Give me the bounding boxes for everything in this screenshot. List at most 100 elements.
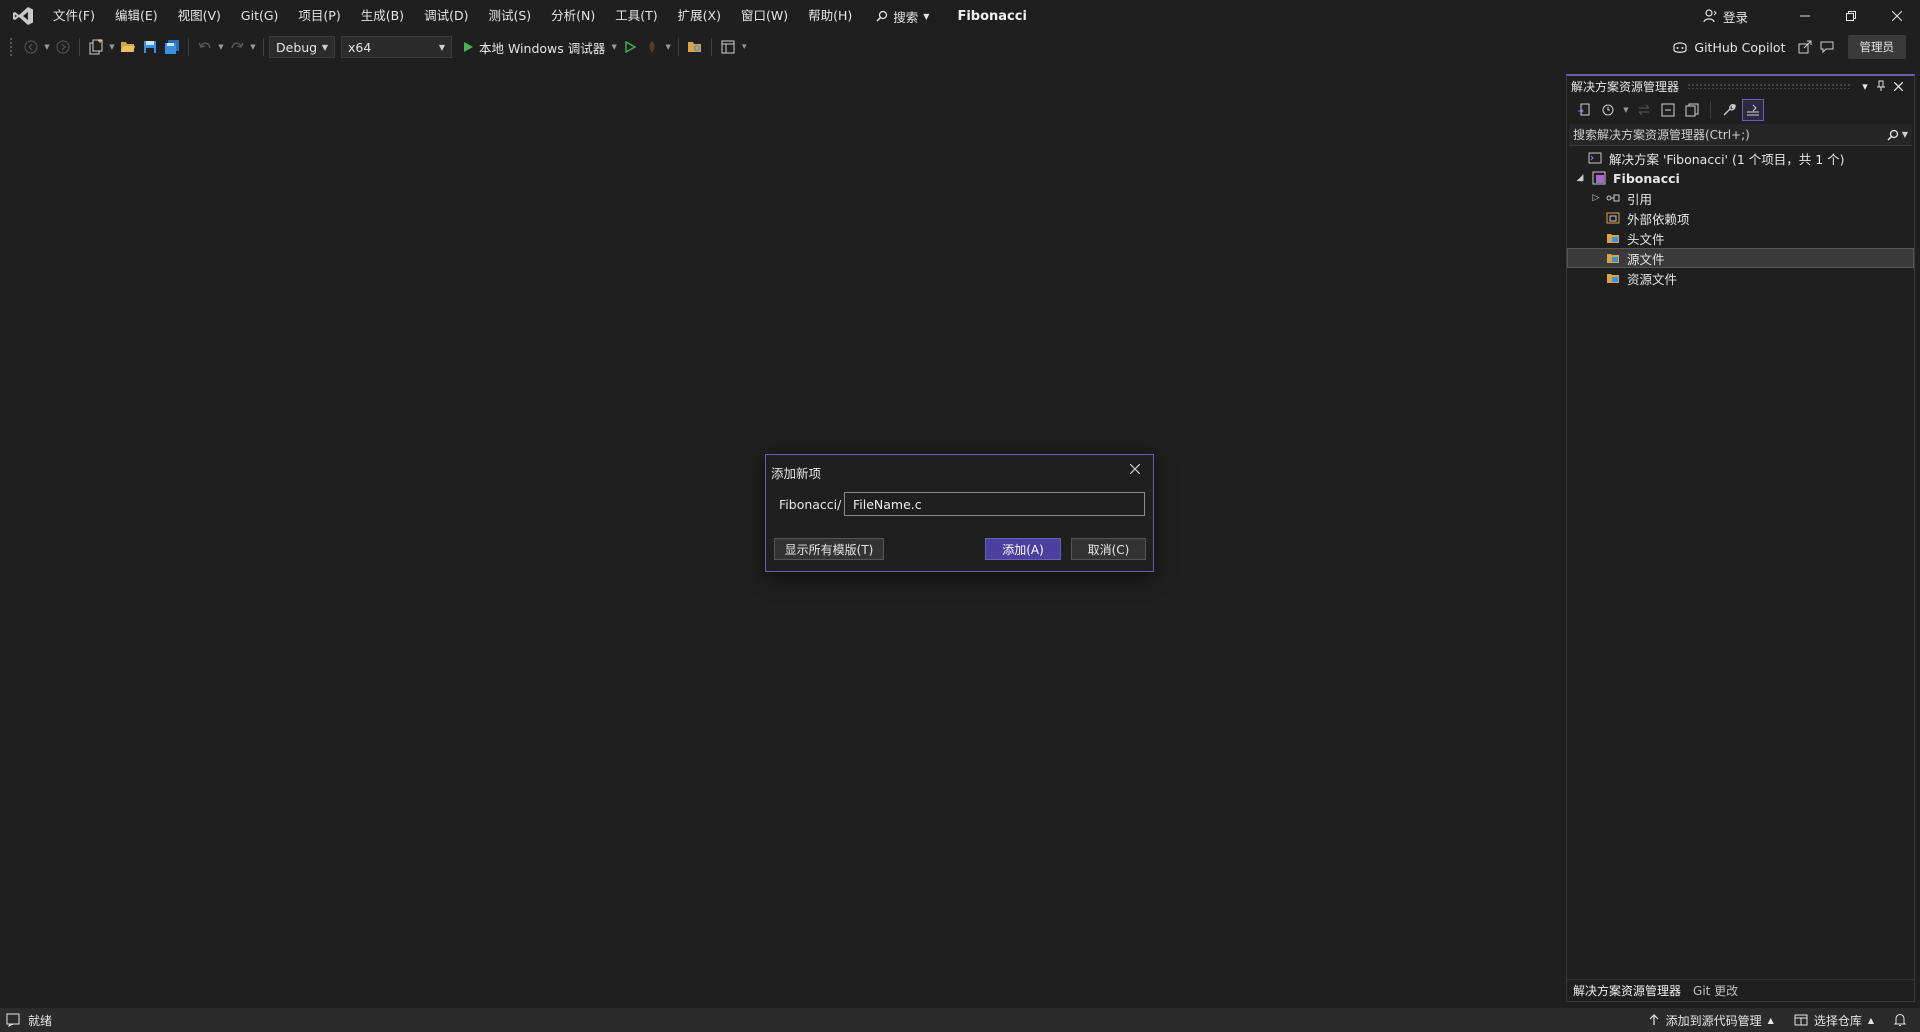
panel-menu-chevron-icon[interactable]: ▾ [1858,80,1872,93]
github-copilot-button[interactable]: GitHub Copilot [1672,40,1786,55]
chevron-up-icon: ▲ [1767,1015,1774,1025]
tree-item-solution[interactable]: 解决方案 'Fibonacci' (1 个项目，共 1 个) [1567,148,1914,168]
menu-debug[interactable]: 调试(D) [414,0,478,32]
menu-extensions[interactable]: 扩展(X) [668,0,731,32]
forward-arrow-icon [56,40,70,54]
tree-item-resource-files[interactable]: 资源文件 [1567,268,1914,288]
platform-select[interactable]: x64 ▼ [341,36,452,58]
close-icon [1892,11,1902,21]
add-to-source-control-button[interactable]: 添加到源代码管理 ▲ [1648,1012,1774,1029]
expanded-triangle-icon[interactable]: ◢ [1573,173,1587,183]
solution-search-input[interactable]: 搜索解决方案资源管理器(Ctrl+;) ▼ [1569,124,1912,146]
chevron-down-icon[interactable]: ▼ [1621,106,1631,114]
redo-icon [231,42,244,49]
show-all-templates-button[interactable]: 显示所有模版(T) [774,538,884,560]
chevron-down-icon[interactable]: ▼ [216,43,226,51]
output-window-icon[interactable] [6,1013,20,1027]
panel-drag-handle[interactable] [1687,83,1850,89]
chevron-down-icon[interactable]: ▼ [609,43,619,51]
copilot-icon [1673,42,1687,53]
sync-button[interactable] [1633,99,1655,121]
menu-help[interactable]: 帮助(H) [798,0,862,32]
login-button[interactable]: 登录 [1703,7,1748,26]
platform-value: x64 [348,39,372,55]
save-button[interactable] [139,36,161,58]
new-project-button[interactable] [85,36,107,58]
share-button[interactable] [1794,36,1816,58]
preview-selected-items-button[interactable] [1742,99,1764,121]
show-all-files-button[interactable] [1681,99,1703,121]
pin-icon[interactable] [1876,80,1890,92]
back-button[interactable] [20,36,42,58]
feedback-button[interactable] [1816,36,1838,58]
menu-test[interactable]: 测试(S) [478,0,541,32]
add-button[interactable]: 添加(A) [985,538,1061,560]
toolbar-separator [263,38,264,56]
minimize-button[interactable] [1782,0,1828,32]
collapsed-triangle-icon[interactable]: ▷ [1589,193,1603,203]
status-bar: 就绪 添加到源代码管理 ▲ 选择仓库 ▲ [0,1008,1920,1032]
layout-button[interactable] [717,36,739,58]
menu-view[interactable]: 视图(V) [168,0,231,32]
chevron-down-icon[interactable]: ▼ [663,43,673,51]
tab-git-changes[interactable]: Git 更改 [1687,980,1744,1002]
menu-git[interactable]: Git(G) [231,0,289,32]
panel-close-icon[interactable] [1894,81,1908,91]
play-outline-icon [625,41,637,53]
menu-tools[interactable]: 工具(T) [605,0,667,32]
hot-reload-button[interactable] [641,36,663,58]
tree-item-external-deps[interactable]: 外部依赖项 [1567,208,1914,228]
folder-search-icon [688,42,702,52]
title-bar: 文件(F) 编辑(E) 视图(V) Git(G) 项目(P) 生成(B) 调试(… [0,0,1920,32]
menu-project[interactable]: 项目(P) [288,0,350,32]
start-debugging-button[interactable]: 本地 Windows 调试器 [458,36,609,58]
sync-with-document-button[interactable] [1573,99,1595,121]
pending-changes-filter-button[interactable] [1597,99,1619,121]
share-icon [1798,40,1811,54]
cancel-button[interactable]: 取消(C) [1071,538,1146,560]
tab-solution-explorer[interactable]: 解决方案资源管理器 [1567,980,1687,1002]
minimize-icon [1800,15,1810,17]
menu-edit[interactable]: 编辑(E) [105,0,168,32]
tree-item-references[interactable]: ▷ 引用 [1567,188,1914,208]
chevron-down-icon: ▼ [923,11,930,21]
chevron-down-icon: ▼ [438,42,445,52]
solution-explorer-header: 解决方案资源管理器 ▾ [1567,76,1914,96]
tree-item-label: 外部依赖项 [1627,211,1690,227]
redo-button[interactable] [226,36,248,58]
chevron-down-icon[interactable]: ▼ [42,43,52,51]
browse-button[interactable] [684,36,706,58]
chevron-down-icon[interactable]: ▼ [248,43,258,51]
dialog-close-button[interactable] [1127,461,1143,477]
save-all-button[interactable] [161,36,183,58]
properties-button[interactable] [1718,99,1740,121]
forward-button[interactable] [52,36,74,58]
restore-button[interactable] [1828,0,1874,32]
chevron-down-icon[interactable]: ▼ [1902,130,1908,139]
open-file-button[interactable] [117,36,139,58]
notifications-button[interactable] [1894,1013,1906,1027]
chevron-down-icon[interactable]: ▼ [107,43,117,51]
toolbar-overflow-icon[interactable]: ▾ [739,42,749,52]
filter-folder-icon [1605,270,1621,286]
menu-build[interactable]: 生成(B) [351,0,414,32]
toolbar-grip[interactable] [10,38,14,56]
close-button[interactable] [1874,0,1920,32]
tree-item-source-files[interactable]: 源文件 [1567,248,1914,268]
filename-input[interactable] [844,492,1145,516]
start-without-debugging-button[interactable] [619,36,641,58]
tree-item-label: 引用 [1627,191,1653,207]
search-button[interactable]: 搜索 ▼ [868,0,937,32]
menu-window[interactable]: 窗口(W) [731,0,798,32]
collapse-all-button[interactable] [1657,99,1679,121]
play-icon [464,42,473,52]
tree-item-header-files[interactable]: 头文件 [1567,228,1914,248]
tree-item-label: Fibonacci [1613,170,1680,186]
select-repository-button[interactable]: 选择仓库 ▲ [1794,1012,1874,1029]
configuration-select[interactable]: Debug ▼ [269,36,335,58]
menu-file[interactable]: 文件(F) [43,0,105,32]
undo-button[interactable] [194,36,216,58]
tree-item-project[interactable]: ◢ Fibonacci [1567,168,1914,188]
preview-icon [1747,104,1759,116]
menu-analyze[interactable]: 分析(N) [541,0,605,32]
